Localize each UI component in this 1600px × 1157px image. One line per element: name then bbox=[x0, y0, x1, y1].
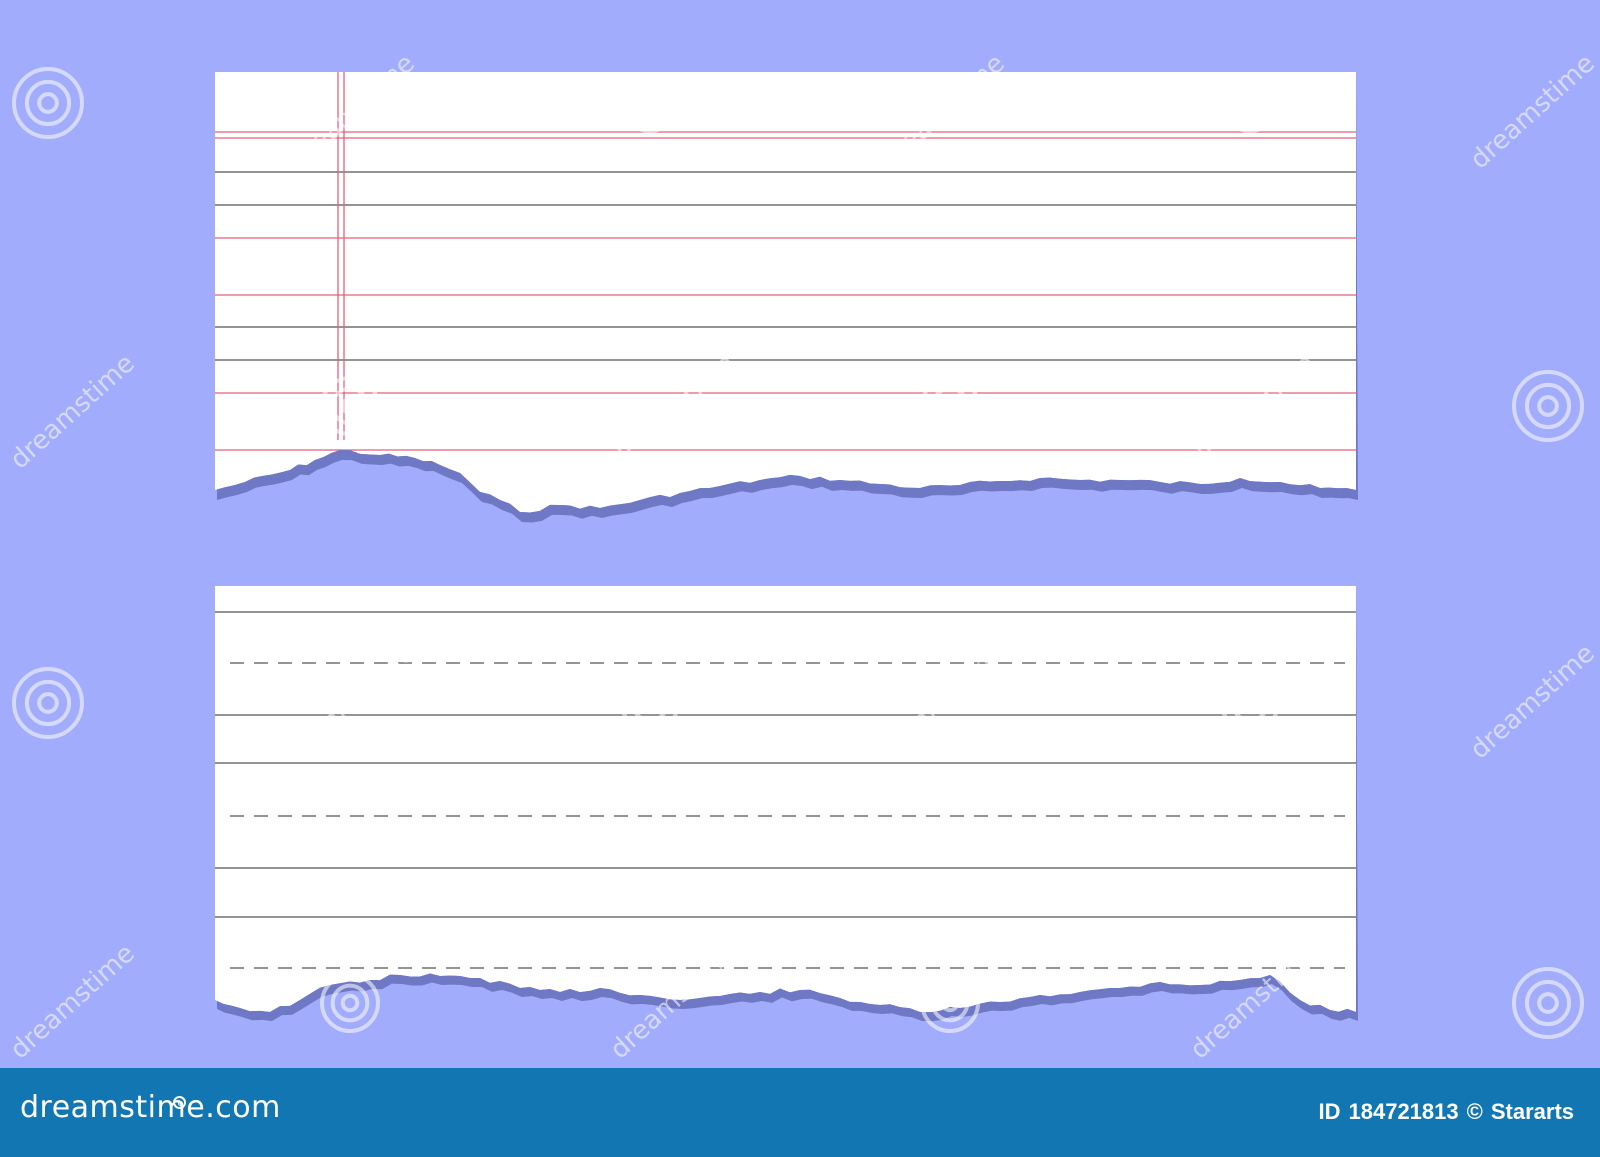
spiral-logo-icon bbox=[1512, 967, 1584, 1039]
author-name: Stararts bbox=[1490, 1099, 1574, 1124]
watermark-text: dreamstime bbox=[1465, 638, 1600, 765]
paper-illustration: dreamstime dreamstime dreamstime dreamstime… bbox=[5, 48, 1600, 1065]
watermark-text: dreamstime bbox=[5, 938, 141, 1065]
handwriting-paper-sheet bbox=[215, 586, 1356, 1013]
spiral-logo-icon bbox=[1512, 370, 1584, 442]
image-credit: ID 184721813 © Stararts bbox=[1311, 1099, 1575, 1125]
id-label: ID bbox=[1318, 1099, 1341, 1124]
image-id: 184721813 bbox=[1348, 1099, 1459, 1124]
footer-bar: dreamstime.com ID 184721813 © Stararts bbox=[0, 1068, 1600, 1157]
brand-text: dreamstime.com bbox=[20, 1090, 281, 1125]
spiral-logo-icon bbox=[12, 67, 84, 139]
artwork-canvas: dreamstime dreamstime dreamstime dreamstime… bbox=[0, 0, 1600, 1068]
watermark-text: dreamstime bbox=[1465, 48, 1600, 175]
copyright-symbol: © bbox=[1466, 1099, 1483, 1124]
spiral-logo-icon bbox=[173, 1096, 186, 1109]
spiral-logo-icon bbox=[12, 667, 84, 739]
brand-logo[interactable]: dreamstime.com bbox=[20, 1090, 281, 1125]
watermark-text: dreamstime bbox=[5, 348, 141, 475]
